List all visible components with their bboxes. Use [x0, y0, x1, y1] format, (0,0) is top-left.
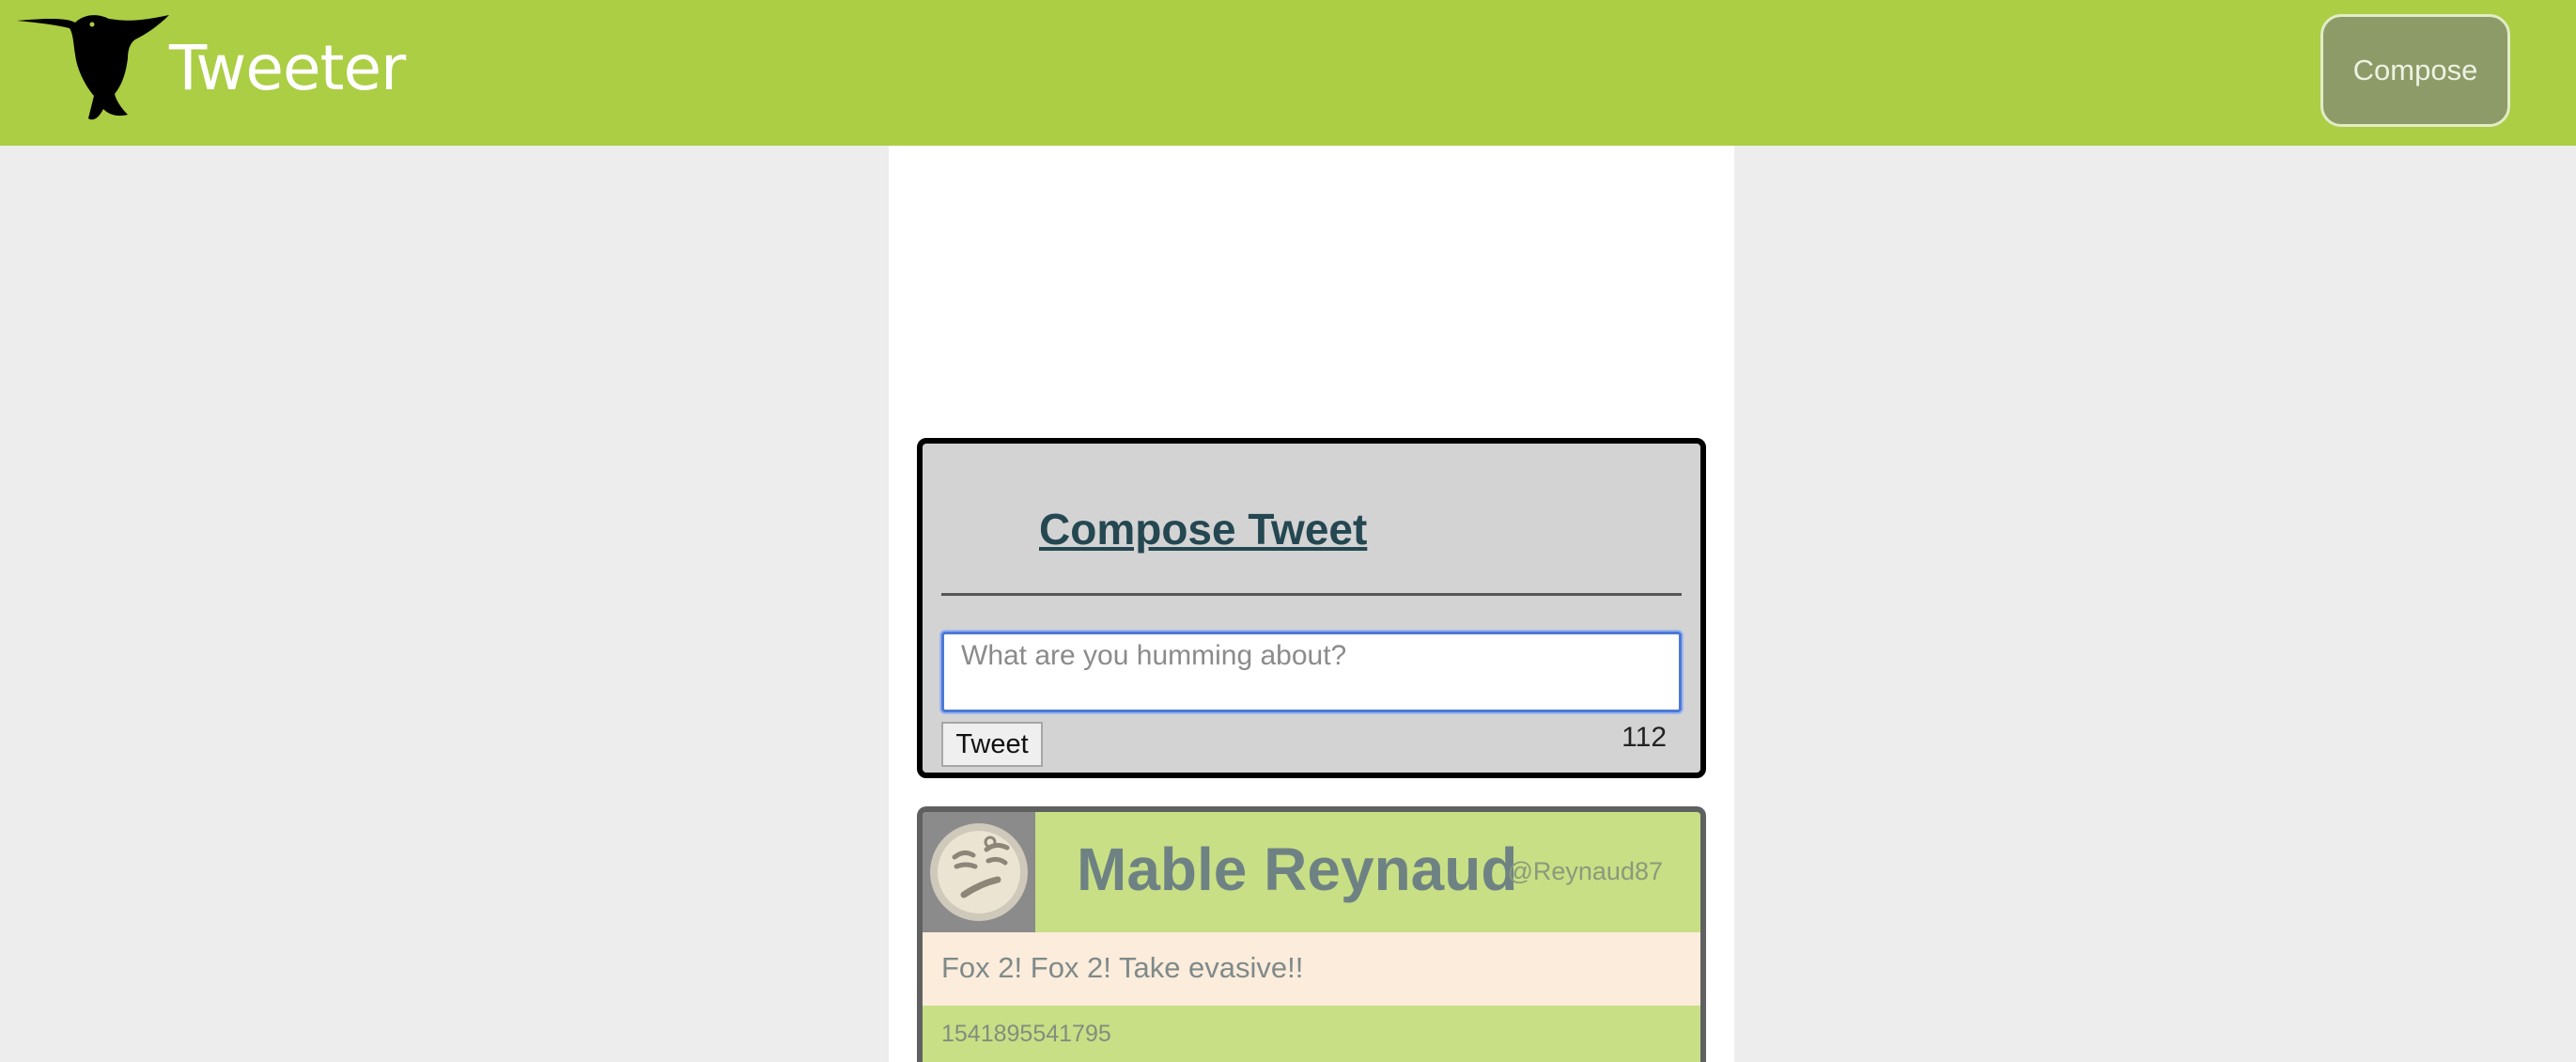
avatar-container	[923, 812, 1035, 932]
compose-title: Compose Tweet	[1039, 505, 1368, 554]
avatar-icon	[930, 823, 1028, 921]
tweet-author-handle: @Reynaud87	[1507, 857, 1663, 885]
tweet-submit-button[interactable]: Tweet	[941, 722, 1043, 767]
tweet-footer: 1541895541795	[923, 1006, 1700, 1062]
hummingbird-logo-icon	[17, 15, 169, 120]
divider	[941, 593, 1682, 596]
tweet-text: Fox 2! Fox 2! Take evasive!!	[941, 951, 1304, 984]
top-navbar: Tweeter Compose	[0, 0, 2576, 146]
tweet-header: Mable Reynaud @Reynaud87	[923, 812, 1700, 932]
tweet-body: Fox 2! Fox 2! Take evasive!!	[923, 932, 1700, 1006]
tweet-text-input[interactable]	[941, 632, 1682, 712]
tweet-timestamp: 1541895541795	[941, 1021, 1111, 1047]
brand-title: Tweeter	[169, 32, 406, 104]
compose-tweet-form: Compose Tweet Tweet 112	[917, 438, 1706, 778]
tweet-author-name: Mable Reynaud	[1077, 836, 1518, 903]
character-counter: 112	[1622, 722, 1667, 753]
tweet-card: Mable Reynaud @Reynaud87 Fox 2! Fox 2! T…	[917, 806, 1706, 1062]
compose-nav-button[interactable]: Compose	[2320, 14, 2510, 127]
